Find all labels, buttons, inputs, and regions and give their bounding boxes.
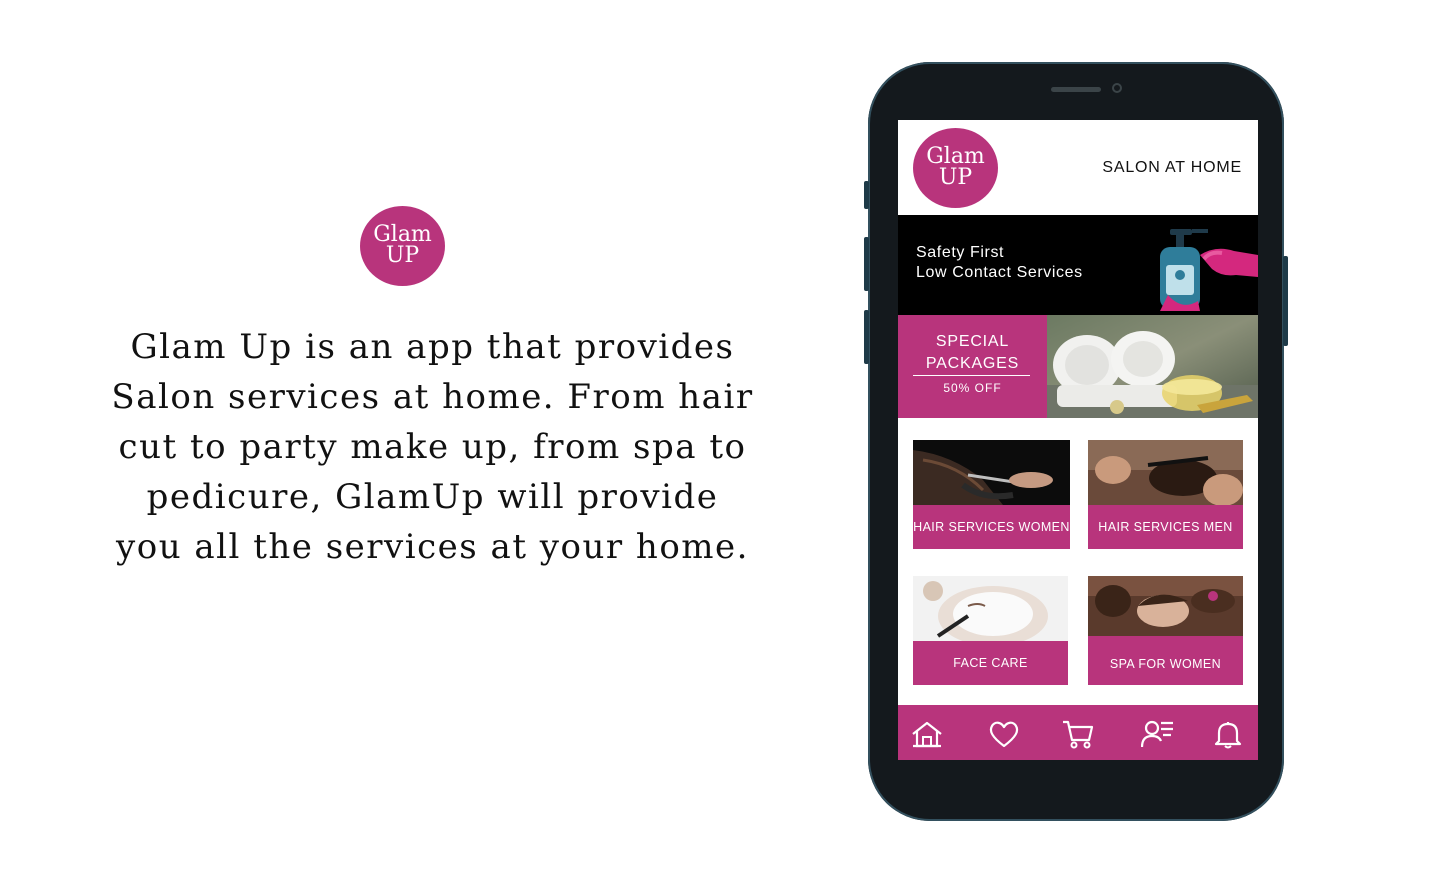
app-description: Glam Up is an app that provides Salon se… bbox=[111, 327, 754, 567]
safety-banner-line2: Low Contact Services bbox=[916, 264, 1083, 281]
service-label: HAIR SERVICES WOMEN bbox=[913, 520, 1070, 534]
special-packages-title: SPECIAL PACKAGES bbox=[898, 331, 1047, 375]
brand-logo: Glam UP bbox=[360, 206, 445, 286]
bell-icon[interactable] bbox=[1211, 719, 1245, 749]
hair-men-image bbox=[1088, 440, 1243, 505]
phone-power-button bbox=[1283, 256, 1288, 346]
special-packages-banner[interactable]: SPECIAL PACKAGES 50% OFF bbox=[898, 315, 1258, 418]
hair-women-image bbox=[913, 440, 1070, 505]
face-care-image bbox=[913, 576, 1068, 641]
phone-volume-down bbox=[864, 310, 869, 364]
profile-list-icon[interactable] bbox=[1141, 719, 1175, 749]
spa-women-image bbox=[1088, 576, 1243, 636]
cart-icon[interactable] bbox=[1061, 719, 1095, 749]
spa-towels-image bbox=[1047, 315, 1258, 418]
sanitizer-image bbox=[1138, 215, 1258, 315]
home-icon[interactable] bbox=[910, 719, 944, 749]
phone-volume-up bbox=[864, 237, 869, 291]
safety-banner-text: Safety First Low Contact Services bbox=[916, 243, 1083, 283]
brand-logo-line2: UP bbox=[385, 243, 420, 268]
heart-icon[interactable] bbox=[987, 719, 1021, 749]
service-label: SPA FOR WOMEN bbox=[1109, 657, 1222, 671]
phone-speaker bbox=[1051, 87, 1101, 92]
special-packages-box: SPECIAL PACKAGES 50% OFF bbox=[898, 315, 1047, 418]
special-offer: 50% OFF bbox=[943, 381, 1002, 395]
app-tagline: SALON AT HOME bbox=[1102, 159, 1242, 176]
safety-banner-line1: Safety First bbox=[916, 244, 1005, 261]
app-screen: Glam UP SALON AT HOME Safety First Low C… bbox=[898, 120, 1258, 760]
service-card-face-care[interactable]: FACE CARE bbox=[913, 576, 1068, 685]
service-card-hair-men[interactable]: HAIR SERVICES MEN bbox=[1088, 440, 1243, 549]
app-logo-line2: UP bbox=[938, 165, 973, 190]
service-label: HAIR SERVICES MEN bbox=[1098, 520, 1233, 534]
service-card-spa-women[interactable]: SPA FOR WOMEN bbox=[1088, 576, 1243, 685]
service-card-hair-women[interactable]: HAIR SERVICES WOMEN bbox=[913, 440, 1070, 549]
bottom-nav bbox=[898, 705, 1258, 760]
phone-camera bbox=[1112, 83, 1122, 93]
app-header: Glam UP SALON AT HOME bbox=[898, 120, 1258, 215]
safety-banner[interactable]: Safety First Low Contact Services bbox=[898, 215, 1258, 315]
special-title-line2: PACKAGES bbox=[925, 355, 1020, 372]
service-label: FACE CARE bbox=[953, 656, 1028, 670]
special-divider bbox=[913, 375, 1030, 376]
app-logo[interactable]: Glam UP bbox=[913, 128, 998, 208]
special-title-line1: SPECIAL bbox=[935, 333, 1010, 350]
phone-silent-switch bbox=[864, 181, 869, 209]
